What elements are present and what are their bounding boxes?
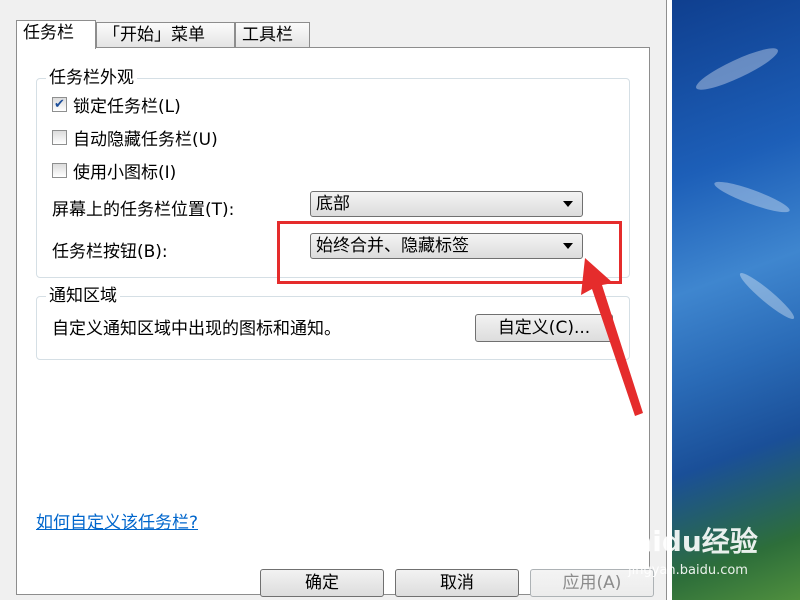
notification-description: 自定义通知区域中出现的图标和通知。 [52,319,341,339]
auto-hide-row[interactable]: 自动隐藏任务栏(U) [52,126,218,150]
taskbar-location-value: 底部 [316,194,350,214]
taskbar-location-label: 屏幕上的任务栏位置(T): [52,200,235,220]
lock-taskbar-label: 锁定任务栏(L) [73,96,181,117]
help-link[interactable]: 如何自定义该任务栏? [36,508,198,533]
customize-button[interactable]: 自定义(C)... [475,314,613,342]
taskbar-buttons-value: 始终合并、隐藏标签 [316,236,469,256]
taskbar-buttons-label: 任务栏按钮(B): [52,242,168,262]
tab-taskbar[interactable]: 任务栏 [16,20,96,49]
wallpaper-streak [692,41,782,97]
taskbar-buttons-select[interactable]: 始终合并、隐藏标签 [310,233,583,259]
small-icons-row[interactable]: 使用小图标(I) [52,159,177,183]
small-icons-checkbox[interactable] [52,162,67,178]
tab-toolbars[interactable]: 工具栏 [235,22,310,47]
taskbar-location-select[interactable]: 底部 [310,191,583,217]
auto-hide-checkbox[interactable] [52,129,67,145]
chevron-down-icon [563,243,573,249]
chevron-down-icon [563,201,573,207]
wallpaper-streak [712,176,792,218]
small-icons-label: 使用小图标(I) [73,162,177,183]
lock-taskbar-checkbox[interactable]: ✔ [52,96,67,112]
wallpaper-streak [736,268,798,324]
baidu-watermark-url: jingyan.baidu.com [628,563,748,578]
auto-hide-label: 自动隐藏任务栏(U) [73,129,218,150]
ok-button[interactable]: 确定 [260,569,384,597]
appearance-group-title: 任务栏外观 [46,68,137,88]
cancel-button[interactable]: 取消 [395,569,519,597]
notification-group-title: 通知区域 [46,286,120,306]
baidu-watermark: Baidu经验 [612,525,758,558]
lock-taskbar-row[interactable]: ✔ 锁定任务栏(L) [52,93,181,117]
taskbar-properties-dialog: 任务栏 「开始」菜单 工具栏 任务栏外观 ✔ 锁定任务栏(L) 自动隐藏任务栏(… [0,0,667,600]
desktop-wallpaper [672,0,800,600]
tab-start-menu[interactable]: 「开始」菜单 [96,22,235,47]
